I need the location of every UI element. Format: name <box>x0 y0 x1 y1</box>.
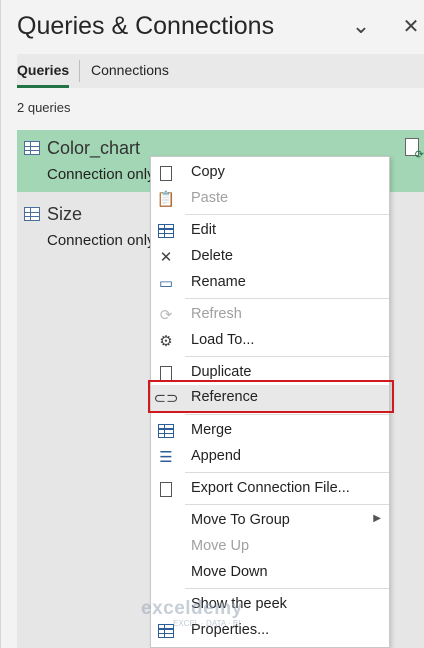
submenu-arrow-icon: ▶ <box>373 513 381 524</box>
query-name: Size <box>47 204 83 224</box>
paste-icon: 📋 <box>156 191 176 208</box>
tab-divider <box>79 60 80 82</box>
pane-title: Queries & Connections <box>17 12 275 40</box>
watermark-tagline: EXCEL · DATA · BI <box>173 619 241 628</box>
menu-item-move-to-group[interactable]: Move To Group ▶ <box>151 508 389 534</box>
close-icon[interactable]: ✕ <box>397 12 424 40</box>
edit-icon <box>157 222 175 240</box>
menu-separator <box>185 356 389 357</box>
delete-icon: ✕ <box>159 249 173 266</box>
tab-queries[interactable]: Queries <box>17 62 69 78</box>
menu-item-merge[interactable]: Merge <box>151 418 389 444</box>
menu-item-load-to[interactable]: ⚙ Load To... <box>151 328 389 354</box>
query-status: Connection only. <box>47 232 158 249</box>
active-tab-indicator <box>17 85 69 88</box>
menu-separator <box>185 504 389 505</box>
merge-icon <box>157 422 175 440</box>
table-icon <box>24 207 40 221</box>
table-icon <box>24 141 40 155</box>
watermark-brand: exceldemy <box>141 598 243 619</box>
append-icon: ☰ <box>159 449 173 466</box>
menu-item-export-connection-file[interactable]: Export Connection File... <box>151 476 389 502</box>
menu-item-move-up[interactable]: Move Up <box>151 534 389 560</box>
query-status: Connection only. <box>47 166 158 183</box>
menu-item-append[interactable]: ☰ Append <box>151 444 389 470</box>
menu-item-copy[interactable]: Copy <box>151 160 389 186</box>
refresh-icon: ⟳ <box>159 307 173 324</box>
queries-connections-pane: Queries & Connections ⌄ ✕ Queries Connec… <box>0 0 424 648</box>
copy-icon <box>157 163 175 182</box>
menu-item-refresh[interactable]: ⟳ Refresh <box>151 302 389 328</box>
menu-item-paste[interactable]: 📋 Paste <box>151 186 389 212</box>
menu-separator <box>185 414 389 415</box>
rename-icon: ▭ <box>158 275 174 292</box>
load-to-icon: ⚙ <box>159 333 173 350</box>
query-count: 2 queries <box>17 100 71 115</box>
chevron-down-icon[interactable]: ⌄ <box>347 12 375 40</box>
highlight-box-reference <box>148 380 394 413</box>
menu-item-delete[interactable]: ✕ Delete <box>151 244 389 270</box>
tab-connections[interactable]: Connections <box>91 62 169 78</box>
menu-item-rename[interactable]: ▭ Rename <box>151 270 389 296</box>
menu-separator <box>185 472 389 473</box>
menu-item-edit[interactable]: Edit <box>151 218 389 244</box>
menu-separator <box>185 298 389 299</box>
menu-separator <box>185 588 389 589</box>
query-name: Color_chart <box>47 138 141 158</box>
export-icon <box>157 480 175 498</box>
menu-item-move-down[interactable]: Move Down <box>151 560 389 586</box>
menu-separator <box>185 214 389 215</box>
refresh-status-icon <box>405 138 424 161</box>
